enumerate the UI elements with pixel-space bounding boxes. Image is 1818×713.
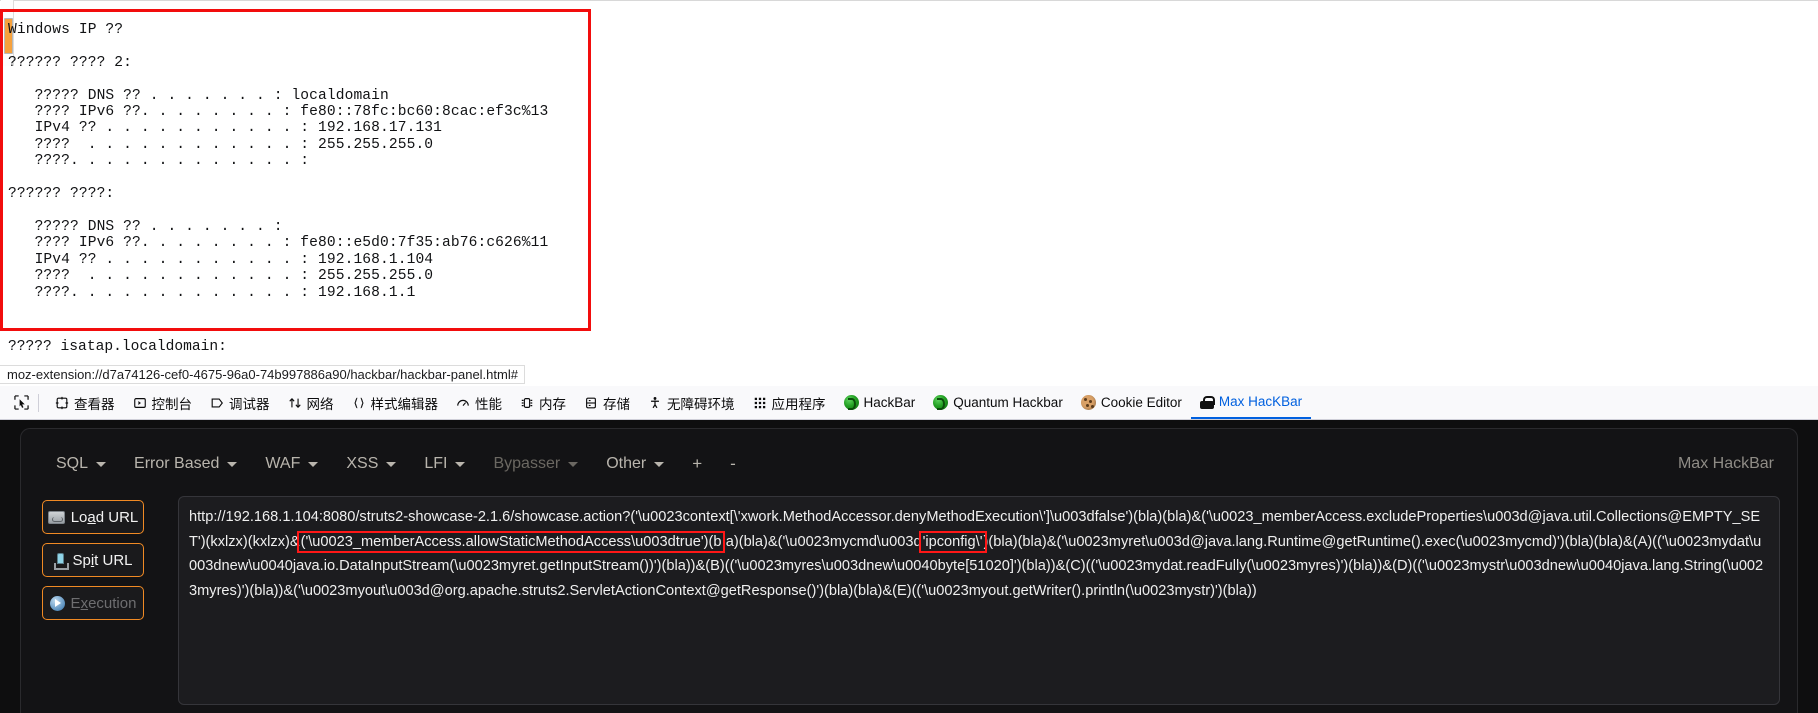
tab-label: 调试器 [229, 396, 270, 412]
cookie-editor-favicon [1080, 395, 1096, 410]
split-url-label: Spit URL [72, 551, 133, 569]
chevron-down-icon [455, 461, 466, 467]
tab-network[interactable]: 网络 [279, 386, 343, 419]
tab-memory[interactable]: 内存 [511, 386, 575, 419]
menu-label: Error Based [134, 455, 220, 472]
status-bar-url: moz-extension://d7a74126-cef0-4675-96a0-… [0, 365, 525, 384]
hackbar-body: Load URL Spit URL Execution http://192.1… [20, 492, 1798, 705]
tab-label: 存储 [603, 396, 630, 412]
menu-label: WAF [265, 455, 301, 472]
menu-sql[interactable]: SQL [42, 451, 120, 477]
hackbar-menubar: SQL Error Based WAF XSS LFI Bypasser Oth… [20, 436, 1798, 492]
menu-label: Other [606, 455, 647, 472]
accessibility-icon [648, 396, 662, 410]
tab-label: 控制台 [151, 396, 193, 412]
url-textarea[interactable]: http://192.168.1.104:8080/struts2-showca… [178, 496, 1780, 705]
tab-label: 无障碍环境 [667, 396, 735, 412]
hackbar-action-buttons: Load URL Spit URL Execution [20, 492, 168, 705]
inspector-icon [55, 396, 69, 410]
storage-icon [584, 396, 598, 410]
application-icon [753, 396, 767, 410]
isatap-output-line: ????? isatap.localdomain: [8, 339, 227, 355]
split-url-button[interactable]: Spit URL [42, 543, 144, 577]
tab-label: Max HacKBar [1218, 394, 1303, 409]
devtools-window: Windows IP ?? ?????? ???? 2: ????? DNS ?… [0, 0, 1818, 713]
add-tab-button[interactable]: + [678, 450, 716, 478]
remove-tab-button[interactable]: - [716, 450, 750, 478]
tab-quantum-hackbar[interactable]: Quantum Hackbar [924, 386, 1072, 419]
tab-label: 查看器 [74, 396, 115, 412]
payload-highlight-segment: 'ipconfig\' [918, 530, 987, 553]
terminal-output-area: Windows IP ?? ?????? ???? 2: ????? DNS ?… [0, 0, 1818, 386]
hackbar-brand-label: Max HackBar [1677, 455, 1774, 472]
tab-label: 性能 [475, 396, 502, 412]
tab-inspector[interactable]: 查看器 [46, 386, 124, 419]
tab-accessibility[interactable]: 无障碍环境 [639, 386, 744, 419]
ipconfig-output-text: Windows IP ?? ?????? ???? 2: ????? DNS ?… [8, 22, 549, 301]
load-url-label: Load URL [70, 508, 139, 526]
chevron-down-icon [386, 461, 397, 467]
element-picker-icon[interactable] [8, 390, 34, 416]
max-hackbar-lock-favicon [1199, 395, 1215, 409]
chevron-down-icon [654, 461, 665, 467]
tab-performance[interactable]: 性能 [447, 386, 511, 419]
tab-debugger[interactable]: 调试器 [201, 386, 279, 419]
chevron-down-icon [568, 461, 579, 467]
tab-application[interactable]: 应用程序 [744, 386, 835, 419]
debugger-icon [210, 396, 224, 410]
split-url-icon [53, 552, 70, 570]
window-top-divider [0, 0, 1818, 8]
menu-xss[interactable]: XSS [332, 451, 410, 477]
menu-other[interactable]: Other [592, 451, 678, 477]
toolbar-divider [38, 393, 39, 412]
style-editor-icon [352, 396, 366, 410]
payload-highlight-segment: ('\u0023_memberAccess.allowStaticMethodA… [296, 530, 726, 553]
menu-waf[interactable]: WAF [251, 451, 332, 477]
tab-label: Cookie Editor [1100, 395, 1182, 410]
chevron-down-icon [308, 461, 319, 467]
max-hackbar-panel: SQL Error Based WAF XSS LFI Bypasser Oth… [0, 420, 1818, 713]
network-icon [288, 396, 302, 410]
tab-storage[interactable]: 存储 [575, 386, 639, 419]
execute-icon [49, 595, 65, 611]
url-payload-text: http://192.168.1.104:8080/struts2-showca… [189, 505, 1767, 603]
tab-label: Quantum Hackbar [953, 395, 1063, 410]
menu-bypasser[interactable]: Bypasser [479, 451, 592, 477]
menu-label: XSS [346, 455, 379, 472]
load-url-button[interactable]: Load URL [42, 500, 144, 534]
tab-label: 样式编辑器 [370, 396, 439, 412]
tab-console[interactable]: 控制台 [124, 386, 202, 419]
execute-button[interactable]: Execution [42, 586, 144, 620]
quantum-hackbar-favicon [933, 395, 949, 410]
tab-style-editor[interactable]: 样式编辑器 [343, 386, 448, 419]
tab-label: 内存 [539, 396, 566, 412]
menu-label: SQL [56, 455, 89, 472]
chevron-down-icon [227, 461, 238, 467]
tab-label: HackBar [863, 395, 916, 410]
hackbar-favicon [843, 395, 859, 410]
tab-max-hackbar[interactable]: Max HacKBar [1190, 386, 1312, 419]
payload-segment: la)(bla)&('\u0023mycmd\u003d [722, 533, 922, 550]
tab-label: 网络 [306, 396, 334, 412]
tab-cookie-editor[interactable]: Cookie Editor [1072, 386, 1191, 419]
execute-label: Execution [70, 594, 137, 612]
menu-label: Bypasser [493, 455, 561, 472]
performance-icon [456, 396, 470, 410]
tab-hackbar[interactable]: HackBar [835, 386, 925, 419]
tab-label: 应用程序 [771, 396, 826, 412]
menu-lfi[interactable]: LFI [410, 451, 479, 477]
chevron-down-icon [96, 461, 107, 467]
load-url-icon [47, 510, 65, 524]
console-icon [133, 396, 147, 410]
menu-label: LFI [424, 455, 448, 472]
devtools-toolbar: 查看器 控制台 调试器 网络 样式编辑器 性能 内存 存储 无障碍环境 应用程序… [0, 386, 1818, 420]
menu-error-based[interactable]: Error Based [120, 451, 251, 477]
memory-icon [520, 396, 534, 410]
